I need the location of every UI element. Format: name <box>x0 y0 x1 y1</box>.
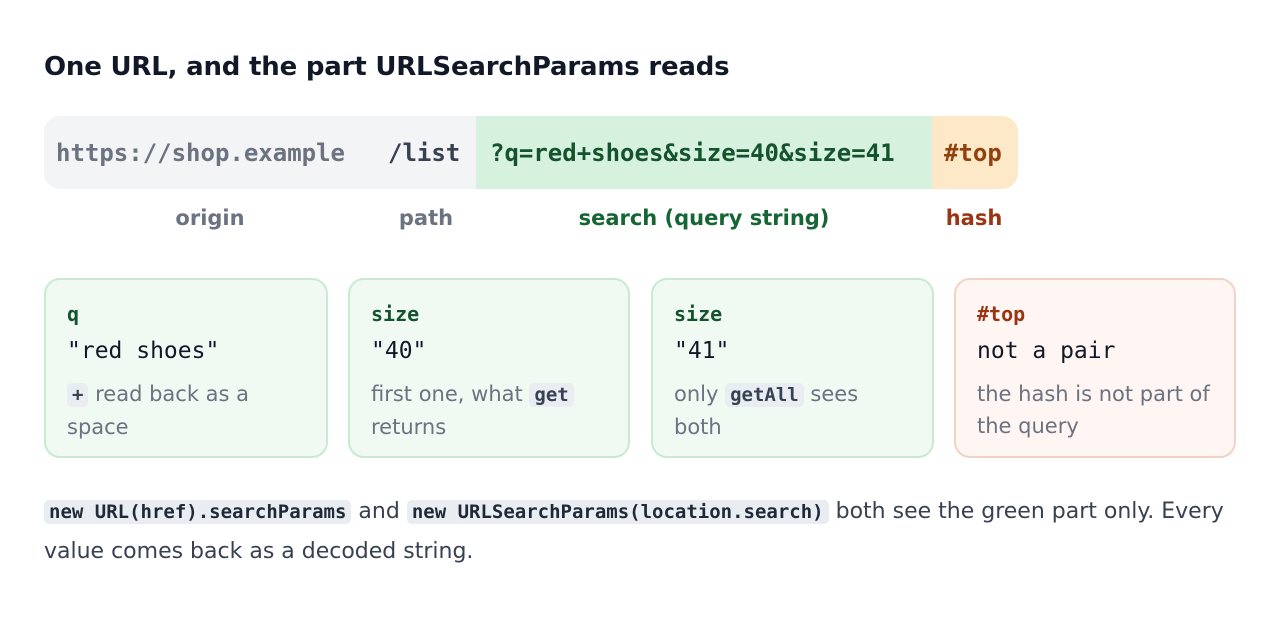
param-value: "41" <box>674 338 730 364</box>
code-snippet: get <box>529 383 574 407</box>
param-key: q <box>67 302 80 326</box>
url-search-segment: ?q=red+shoes&size=40&size=41 <box>476 116 932 189</box>
param-key: #top <box>977 302 1026 326</box>
label-hash: hash <box>945 206 1003 230</box>
url-origin-segment: https://shop.example <box>44 116 380 189</box>
code-snippet: getAll <box>725 383 804 407</box>
param-card-q: q "red shoes" + read back as a space <box>44 278 328 458</box>
hash-card: #top not a pair the hash is not part of … <box>954 278 1236 458</box>
label-path: path <box>398 206 454 230</box>
note-text: returns <box>371 415 447 439</box>
note-text: read back as a space <box>67 382 250 439</box>
footer-text: and <box>351 499 407 524</box>
param-value: "red shoes" <box>67 338 220 364</box>
footer-note: new URL(href).searchParams and new URLSe… <box>44 492 1244 572</box>
param-key: size <box>371 302 420 326</box>
url-bar: https://shop.example /list ?q=red+shoes&… <box>44 116 1018 189</box>
code-snippet: + <box>67 383 89 407</box>
note-text: first one, what <box>371 382 530 406</box>
label-origin: origin <box>175 206 245 230</box>
url-hash-segment: #top <box>932 116 1018 189</box>
label-search: search (query string) <box>578 206 830 230</box>
param-card-size-second: size "41" only getAll sees both <box>651 278 934 458</box>
diagram: One URL, and the part URLSearchParams re… <box>0 0 1280 620</box>
note-text: only <box>674 382 726 406</box>
param-value: "40" <box>371 338 427 364</box>
param-note: + read back as a space <box>67 378 306 443</box>
param-value: not a pair <box>977 338 1116 364</box>
param-note: only getAll sees both <box>674 378 912 443</box>
param-note: the hash is not part of the query <box>977 382 1210 438</box>
param-note: first one, what get returns <box>371 378 608 443</box>
param-key: size <box>674 302 723 326</box>
param-card-size-first: size "40" first one, what get returns <box>348 278 630 458</box>
diagram-title: One URL, and the part URLSearchParams re… <box>44 52 730 82</box>
url-path-segment: /list <box>380 116 476 189</box>
code-snippet: new URLSearchParams(location.search) <box>406 500 829 524</box>
code-snippet: new URL(href).searchParams <box>44 500 352 524</box>
